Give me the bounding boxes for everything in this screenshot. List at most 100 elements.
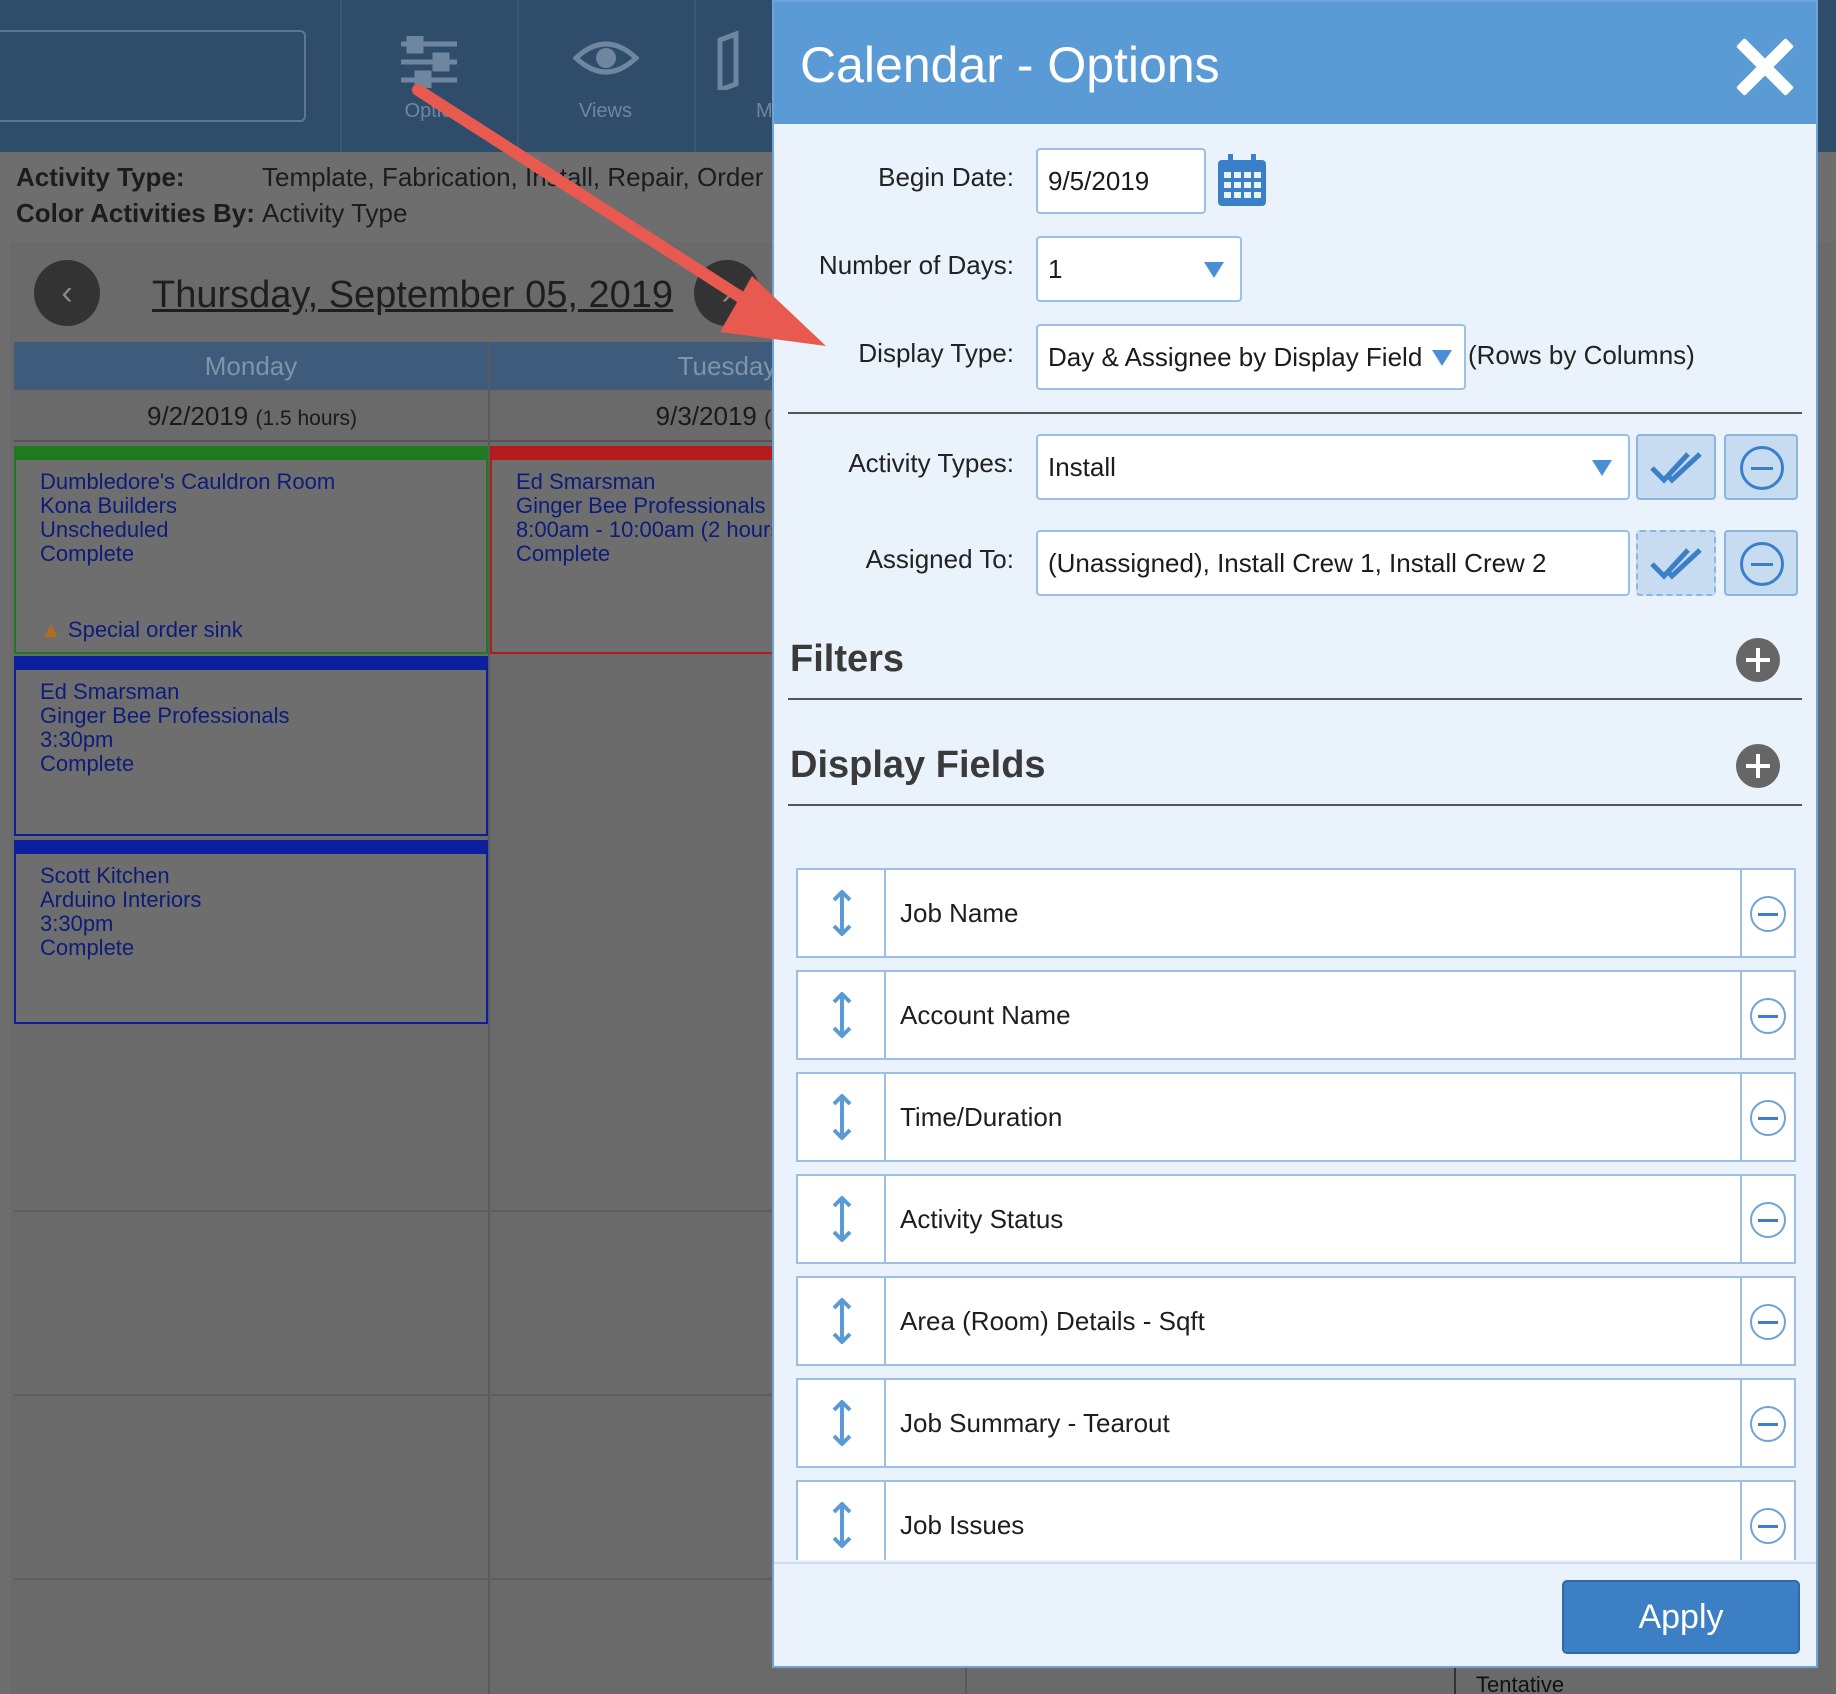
date-cell-monday: 9/2/2019 (1.5 hours) — [14, 390, 490, 442]
vertical-arrows-icon — [832, 890, 852, 936]
event-account-name: Kona Builders — [40, 494, 177, 518]
vertical-arrows-icon — [832, 992, 852, 1038]
options-button[interactable]: Optio — [340, 0, 515, 152]
event-status: Complete — [40, 752, 135, 776]
vertical-arrows-icon — [832, 1196, 852, 1242]
select-all-assignees-button[interactable] — [1636, 530, 1716, 596]
display-field-row: Job Summary - Tearout — [796, 1378, 1796, 1468]
activity-type-value: Template, Fabrication, Install, Repair, … — [262, 162, 793, 192]
drag-handle[interactable] — [798, 870, 886, 956]
vertical-arrows-icon — [832, 1502, 852, 1548]
remove-display-field-button[interactable] — [1740, 1176, 1794, 1262]
number-of-days-label: Number of Days: — [818, 250, 1014, 280]
minus-circle-icon — [1740, 446, 1784, 490]
clear-assignees-button[interactable] — [1724, 530, 1798, 596]
calendar-event[interactable]: Dumbledore's Cauldron Room Kona Builders… — [14, 446, 488, 654]
options-button-label: Optio — [404, 100, 453, 122]
display-field-name: Account Name — [900, 1000, 1071, 1030]
add-filter-button[interactable] — [1736, 638, 1780, 682]
drag-handle[interactable] — [798, 1176, 886, 1262]
section-divider — [788, 698, 1802, 700]
chevron-down-icon — [1592, 460, 1612, 476]
activity-type-label: Activity Type: — [16, 162, 185, 192]
event-note-text: Special order sink — [67, 618, 243, 642]
minus-circle-icon — [1750, 896, 1786, 932]
display-field-row: Job Name — [796, 868, 1796, 958]
drag-handle[interactable] — [798, 1482, 886, 1560]
double-check-icon — [1650, 548, 1702, 580]
remove-display-field-button[interactable] — [1740, 1074, 1794, 1160]
calendar-event[interactable]: Scott Kitchen Arduino Interiors 3:30pm C… — [14, 840, 488, 1024]
bell-icon: ▲ — [40, 618, 62, 642]
apply-button[interactable]: Apply — [1562, 1580, 1800, 1654]
event-job-name: Scott Kitchen — [40, 864, 170, 888]
next-day-button[interactable]: › — [694, 260, 760, 326]
color-by-label: Color Activities By: — [16, 198, 255, 228]
remove-display-field-button[interactable] — [1740, 1278, 1794, 1364]
minus-circle-icon — [1750, 998, 1786, 1034]
drag-handle[interactable] — [798, 1074, 886, 1160]
day-header-monday: Monday — [14, 342, 490, 390]
toolbar-search-box[interactable] — [0, 30, 306, 122]
vertical-arrows-icon — [832, 1094, 852, 1140]
display-type-value: Day & Assignee by Display Field — [1048, 342, 1423, 372]
minus-circle-icon — [1750, 1202, 1786, 1238]
number-of-days-value: 1 — [1048, 254, 1063, 284]
display-type-select[interactable]: Day & Assignee by Display Field — [1036, 324, 1466, 390]
activity-types-select[interactable]: Install — [1036, 434, 1630, 500]
vertical-arrows-icon — [832, 1400, 852, 1446]
date-monday: 9/2/2019 — [147, 401, 249, 431]
event-status: Complete — [40, 542, 135, 566]
minus-circle-icon — [1750, 1304, 1786, 1340]
display-field-row: Time/Duration — [796, 1072, 1796, 1162]
add-display-field-button[interactable] — [1736, 744, 1780, 788]
display-field-row: Area (Room) Details - Sqft — [796, 1276, 1796, 1366]
hours-monday: (1.5 hours) — [255, 407, 357, 430]
minus-circle-icon — [1750, 1508, 1786, 1544]
event-job-name: Dumbledore's Cauldron Room — [40, 470, 336, 494]
select-all-activity-types-button[interactable] — [1636, 434, 1716, 500]
display-fields-section-title: Display Fields — [790, 744, 1046, 786]
partial-event-status: Tentative — [1476, 1672, 1565, 1694]
assigned-to-label: Assigned To: — [865, 544, 1014, 574]
remove-display-field-button[interactable] — [1740, 1482, 1794, 1560]
begin-date-input[interactable]: 9/5/2019 — [1036, 148, 1206, 214]
display-field-name: Area (Room) Details - Sqft — [900, 1306, 1205, 1336]
clear-activity-types-button[interactable] — [1724, 434, 1798, 500]
eye-icon — [572, 41, 639, 75]
drag-handle[interactable] — [798, 1380, 886, 1466]
calendar-date-title[interactable]: Thursday, September 05, 2019 — [152, 274, 673, 317]
minus-circle-icon — [1750, 1100, 1786, 1136]
close-icon[interactable] — [1736, 38, 1794, 96]
views-button[interactable]: Views — [517, 0, 692, 152]
display-field-name: Activity Status — [900, 1204, 1064, 1234]
assigned-to-input[interactable]: (Unassigned), Install Crew 1, Install Cr… — [1036, 530, 1630, 596]
remove-display-field-button[interactable] — [1740, 972, 1794, 1058]
activity-types-label: Activity Types: — [848, 448, 1014, 478]
chevron-left-icon: ‹ — [61, 274, 73, 312]
display-field-row: Activity Status — [796, 1174, 1796, 1264]
number-of-days-select[interactable]: 1 — [1036, 236, 1242, 302]
section-divider — [788, 412, 1802, 414]
display-field-row: Account Name — [796, 970, 1796, 1060]
drag-handle[interactable] — [798, 1278, 886, 1364]
date-tuesday: 9/3/2019 — [655, 401, 757, 431]
event-time: 3:30pm — [40, 912, 114, 936]
display-field-row: Job Issues — [796, 1480, 1796, 1560]
event-account-name: Arduino Interiors — [40, 888, 202, 912]
filters-section-title: Filters — [790, 638, 905, 680]
calendar-event[interactable]: Ed Smarsman Ginger Bee Professionals 3:3… — [14, 656, 488, 836]
event-time: 3:30pm — [40, 728, 114, 752]
event-note: ▲ Special order sink — [40, 618, 243, 642]
activity-types-value: Install — [1048, 452, 1116, 482]
calendar-icon[interactable] — [1216, 152, 1268, 208]
prev-day-button[interactable]: ‹ — [34, 260, 100, 326]
display-field-name: Job Summary - Tearout — [900, 1408, 1170, 1438]
sliders-icon — [400, 36, 457, 88]
event-time: Unscheduled — [40, 518, 169, 542]
remove-display-field-button[interactable] — [1740, 1380, 1794, 1466]
drag-handle[interactable] — [798, 972, 886, 1058]
remove-display-field-button[interactable] — [1740, 870, 1794, 956]
dialog-header: Calendar - Options — [774, 2, 1816, 124]
display-field-name: Job Name — [900, 898, 1019, 928]
